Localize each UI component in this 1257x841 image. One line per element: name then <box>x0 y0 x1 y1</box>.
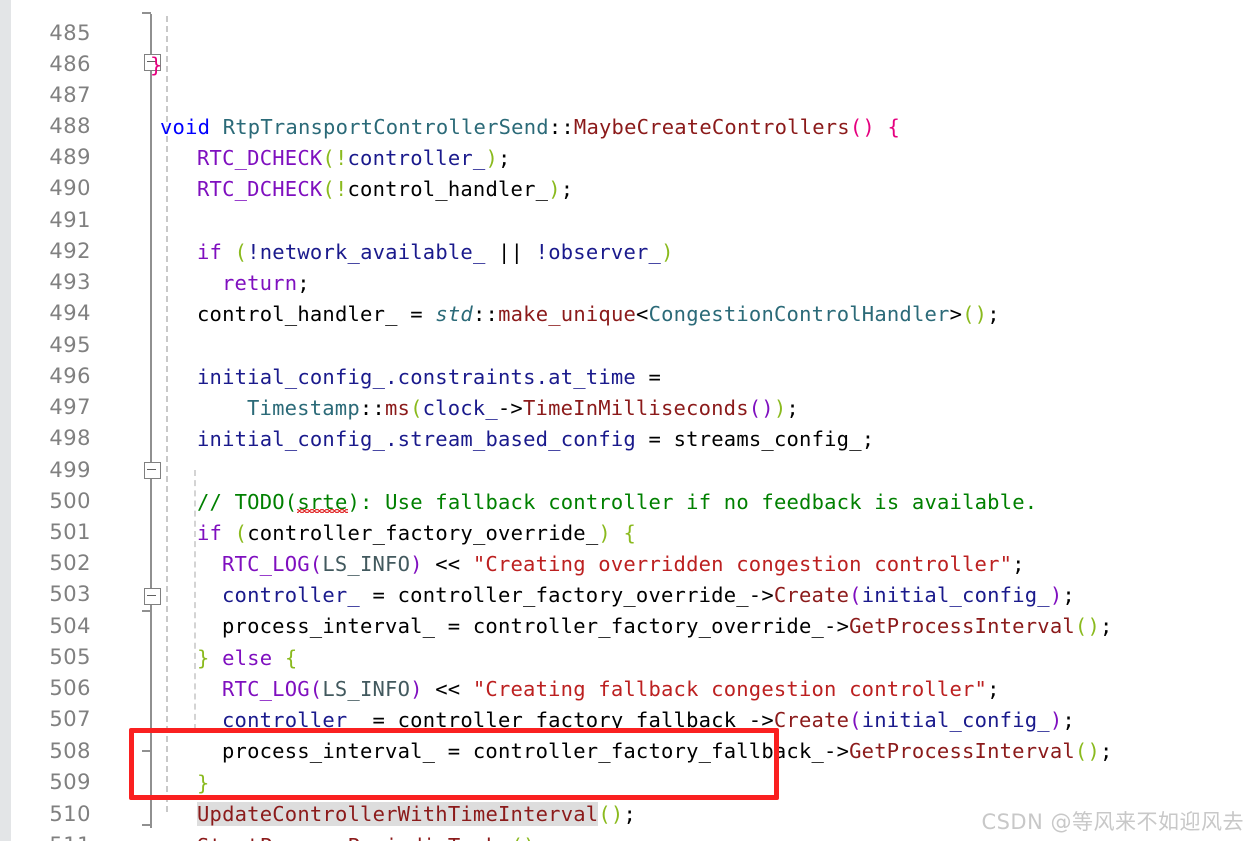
code-line: 507 process_interval_ = controller_facto… <box>11 673 1257 762</box>
code-line: 492 return; <box>11 205 1257 294</box>
code-line: 496 Timestamp::ms(clock_->TimeInMillisec… <box>11 330 1257 419</box>
code-line: 510 StartProcessPeriodicTasks(); <box>11 768 1257 841</box>
code-line: 493 control_handler_ = std::make_unique<… <box>11 236 1257 325</box>
code-line: 491 if (!network_available_ || !observer… <box>11 174 1257 263</box>
code-line: 495 initial_config_.constraints.at_time … <box>11 299 1257 388</box>
code-line: 505 RTC_LOG(LS_INFO) << "Creating fallba… <box>11 611 1257 700</box>
code-line: 489 RTC_DCHECK(!control_handler_); <box>11 111 1257 200</box>
code-line: 499 // TODO(srte): Use fallback controll… <box>11 424 1257 513</box>
code-line: 502 controller_ = controller_factory_ove… <box>11 517 1257 606</box>
code-line: 508 } <box>11 705 1257 794</box>
code-line: 487 void RtpTransportControllerSend::May… <box>11 49 1257 138</box>
code-line: 500 if (controller_factory_override_) { <box>11 455 1257 544</box>
editor-text-area[interactable]: 485 } 486 487 void RtpTransportControlle… <box>11 0 1257 841</box>
code-line: 497 initial_config_.stream_based_config … <box>11 361 1257 450</box>
code-line: 509 UpdateControllerWithTimeInterval(); <box>11 736 1257 826</box>
code-line: 486 <box>11 18 1257 76</box>
code-line: 501 RTC_LOG(LS_INFO) << "Creating overri… <box>11 486 1257 575</box>
editor-left-margin-strip <box>0 0 11 841</box>
code-line: 488 RTC_DCHECK(!controller_); <box>11 80 1257 169</box>
code-line: 494 <box>11 267 1257 325</box>
code-line: 503 process_interval_ = controller_facto… <box>11 548 1257 637</box>
code-line: 490 <box>11 142 1257 200</box>
code-line: 498 <box>11 392 1257 450</box>
watermark-text: CSDN @等风来不如迎风去 <box>981 810 1244 834</box>
code-editor-window: 485 } 486 487 void RtpTransportControlle… <box>0 0 1257 841</box>
code-line: 504 } else { <box>11 580 1257 669</box>
code-line: 506 controller_ = controller_factory_fal… <box>11 642 1257 731</box>
code-line: 485 } <box>11 0 1257 76</box>
